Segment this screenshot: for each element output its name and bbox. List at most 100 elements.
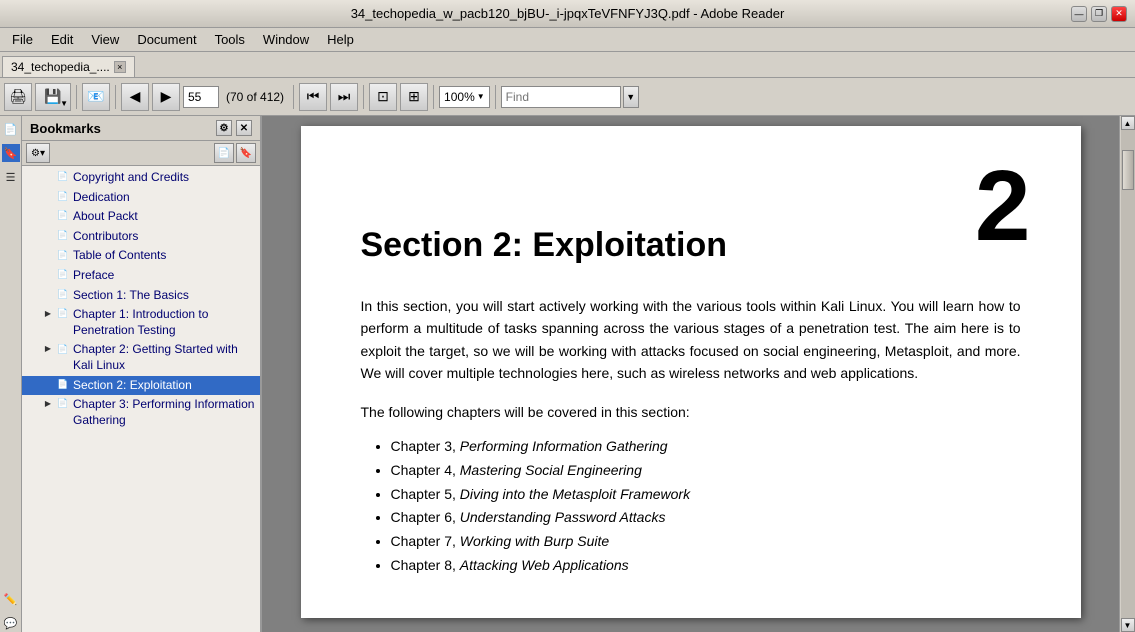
bookmark-label: Contributors bbox=[73, 229, 256, 245]
bookmarks-tool-settings[interactable]: ⚙▾ bbox=[26, 143, 50, 163]
scroll-thumb[interactable] bbox=[1122, 150, 1134, 190]
main-area: 📄 🔖 ☰ ✏️ 💬 Bookmarks ⚙ ✕ ⚙▾ 📄 🔖 📄 Copyri… bbox=[0, 116, 1135, 632]
first-page-button[interactable]: ⏮ bbox=[299, 83, 327, 111]
title-bar: 34_techopedia_w_pacb120_bjBU-_i-jpqxTeVF… bbox=[0, 0, 1135, 28]
bookmark-page-icon: 📄 bbox=[56, 378, 70, 392]
list-item: Chapter 7, Working with Burp Suite bbox=[391, 530, 1021, 554]
expand-arrow-chapter3[interactable]: ▶ bbox=[42, 398, 54, 410]
document-tab[interactable]: 34_techopedia_.... × bbox=[2, 56, 135, 77]
next-page-button[interactable]: ▶ bbox=[152, 83, 180, 111]
fit-width-button[interactable]: ⊞ bbox=[400, 83, 428, 111]
menu-document[interactable]: Document bbox=[129, 30, 204, 49]
bookmark-page-icon: 📄 bbox=[56, 288, 70, 302]
menu-window[interactable]: Window bbox=[255, 30, 317, 49]
tab-close-button[interactable]: × bbox=[114, 61, 126, 73]
bookmark-page-icon: 📄 bbox=[56, 170, 70, 184]
minimize-button[interactable]: — bbox=[1071, 6, 1087, 22]
email-button[interactable]: 📧 bbox=[82, 83, 110, 111]
comments-icon[interactable]: 💬 bbox=[2, 614, 20, 632]
list-item: Chapter 4, Mastering Social Engineering bbox=[391, 459, 1021, 483]
bookmarks-tool-remove[interactable]: 🔖 bbox=[236, 143, 256, 163]
bookmark-page-icon: 📄 bbox=[56, 229, 70, 243]
close-button[interactable]: ✕ bbox=[1111, 6, 1127, 22]
expand-icon bbox=[42, 249, 54, 261]
scroll-track[interactable] bbox=[1121, 130, 1135, 618]
find-input[interactable] bbox=[501, 86, 621, 108]
zoom-dropdown-icon[interactable]: ▼ bbox=[477, 92, 485, 101]
page-number-large: 2 bbox=[975, 156, 1031, 256]
separator-4 bbox=[363, 85, 364, 109]
menu-tools[interactable]: Tools bbox=[207, 30, 253, 49]
menu-view[interactable]: View bbox=[83, 30, 127, 49]
vertical-scrollbar[interactable]: ▲ ▼ bbox=[1119, 116, 1135, 632]
expand-arrow-chapter1[interactable]: ▶ bbox=[42, 308, 54, 320]
expand-icon bbox=[42, 289, 54, 301]
section-body-paragraph: In this section, you will start actively… bbox=[361, 295, 1021, 385]
bookmark-toc[interactable]: 📄 Table of Contents bbox=[22, 246, 260, 266]
bookmark-chapter3[interactable]: ▶ 📄 Chapter 3: Performing Information Ga… bbox=[22, 395, 260, 430]
toolbar: 🖨 💾▼ 📧 ◀ ▶ (70 of 412) ⏮ ⏭ ⊡ ⊞ 100% ▼ ▼ bbox=[0, 78, 1135, 116]
bookmarks-tool-add[interactable]: 📄 bbox=[214, 143, 234, 163]
chapter-list: Chapter 3, Performing Information Gather… bbox=[361, 435, 1021, 578]
scroll-up-button[interactable]: ▲ bbox=[1121, 116, 1135, 130]
bookmarks-close-button[interactable]: ✕ bbox=[236, 120, 252, 136]
restore-button[interactable]: ❐ bbox=[1091, 6, 1107, 22]
menu-edit[interactable]: Edit bbox=[43, 30, 81, 49]
bookmark-label: Preface bbox=[73, 268, 256, 284]
bookmark-chapter2[interactable]: ▶ 📄 Chapter 2: Getting Started with Kali… bbox=[22, 340, 260, 375]
zoom-control[interactable]: 100% ▼ bbox=[439, 86, 490, 108]
menu-file[interactable]: File bbox=[4, 30, 41, 49]
expand-icon bbox=[42, 210, 54, 222]
navigation-icon[interactable]: ☰ bbox=[2, 168, 20, 186]
bookmark-page-icon: 📄 bbox=[56, 342, 70, 356]
expand-arrow-chapter2[interactable]: ▶ bbox=[42, 343, 54, 355]
section-heading: Section 2: Exploitation bbox=[361, 226, 1021, 265]
last-page-button[interactable]: ⏭ bbox=[330, 83, 358, 111]
separator-3 bbox=[293, 85, 294, 109]
bookmarks-panel: Bookmarks ⚙ ✕ ⚙▾ 📄 🔖 📄 Copyright and Cre… bbox=[22, 116, 262, 632]
bookmark-section1[interactable]: 📄 Section 1: The Basics bbox=[22, 286, 260, 306]
bookmark-section2[interactable]: 📄 Section 2: Exploitation bbox=[22, 376, 260, 396]
tab-bar: 34_techopedia_.... × bbox=[0, 52, 1135, 78]
page-number-input[interactable] bbox=[183, 86, 219, 108]
list-item: Chapter 8, Attacking Web Applications bbox=[391, 554, 1021, 578]
save-button[interactable]: 💾▼ bbox=[35, 83, 71, 111]
bookmark-page-icon: 📄 bbox=[56, 248, 70, 262]
separator-5 bbox=[433, 85, 434, 109]
fit-page-button[interactable]: ⊡ bbox=[369, 83, 397, 111]
bookmark-label: Table of Contents bbox=[73, 248, 256, 264]
prev-page-button[interactable]: ◀ bbox=[121, 83, 149, 111]
bookmarks-list: 📄 Copyright and Credits 📄 Dedication 📄 A… bbox=[22, 166, 260, 632]
menu-help[interactable]: Help bbox=[319, 30, 362, 49]
bookmarks-header-controls: ⚙ ✕ bbox=[216, 120, 252, 136]
expand-icon bbox=[42, 269, 54, 281]
menu-bar: File Edit View Document Tools Window Hel… bbox=[0, 28, 1135, 52]
window-controls: — ❐ ✕ bbox=[1071, 6, 1127, 22]
bookmark-page-icon: 📄 bbox=[56, 190, 70, 204]
bookmark-dedication[interactable]: 📄 Dedication bbox=[22, 188, 260, 208]
expand-icon bbox=[42, 379, 54, 391]
print-button[interactable]: 🖨 bbox=[4, 83, 32, 111]
bookmark-label: Chapter 3: Performing Information Gather… bbox=[73, 397, 256, 428]
bookmark-about-packt[interactable]: 📄 About Packt bbox=[22, 207, 260, 227]
list-item: Chapter 5, Diving into the Metasploit Fr… bbox=[391, 483, 1021, 507]
pdf-page: 2 Section 2: Exploitation In this sectio… bbox=[301, 126, 1081, 618]
bookmark-chapter1[interactable]: ▶ 📄 Chapter 1: Introduction to Penetrati… bbox=[22, 305, 260, 340]
scroll-down-button[interactable]: ▼ bbox=[1121, 618, 1135, 632]
expand-icon bbox=[42, 171, 54, 183]
bookmark-label: Copyright and Credits bbox=[73, 170, 256, 186]
left-panel-icons: 📄 🔖 ☰ ✏️ 💬 bbox=[0, 116, 22, 632]
find-dropdown-button[interactable]: ▼ bbox=[623, 86, 639, 108]
separator-2 bbox=[115, 85, 116, 109]
bookmark-preface[interactable]: 📄 Preface bbox=[22, 266, 260, 286]
bookmark-copyright[interactable]: 📄 Copyright and Credits bbox=[22, 168, 260, 188]
bookmark-contributors[interactable]: 📄 Contributors bbox=[22, 227, 260, 247]
window-title: 34_techopedia_w_pacb120_bjBU-_i-jpqxTeVF… bbox=[351, 6, 785, 21]
bookmark-label: Chapter 2: Getting Started with Kali Lin… bbox=[73, 342, 256, 373]
page-icon[interactable]: 📄 bbox=[2, 120, 20, 138]
bookmark-page-icon: 📄 bbox=[56, 209, 70, 223]
bookmark-page-icon: 📄 bbox=[56, 307, 70, 321]
bookmark-label: Chapter 1: Introduction to Penetration T… bbox=[73, 307, 256, 338]
bookmarks-options-button[interactable]: ⚙ bbox=[216, 120, 232, 136]
bookmarks-icon[interactable]: 🔖 bbox=[2, 144, 20, 162]
